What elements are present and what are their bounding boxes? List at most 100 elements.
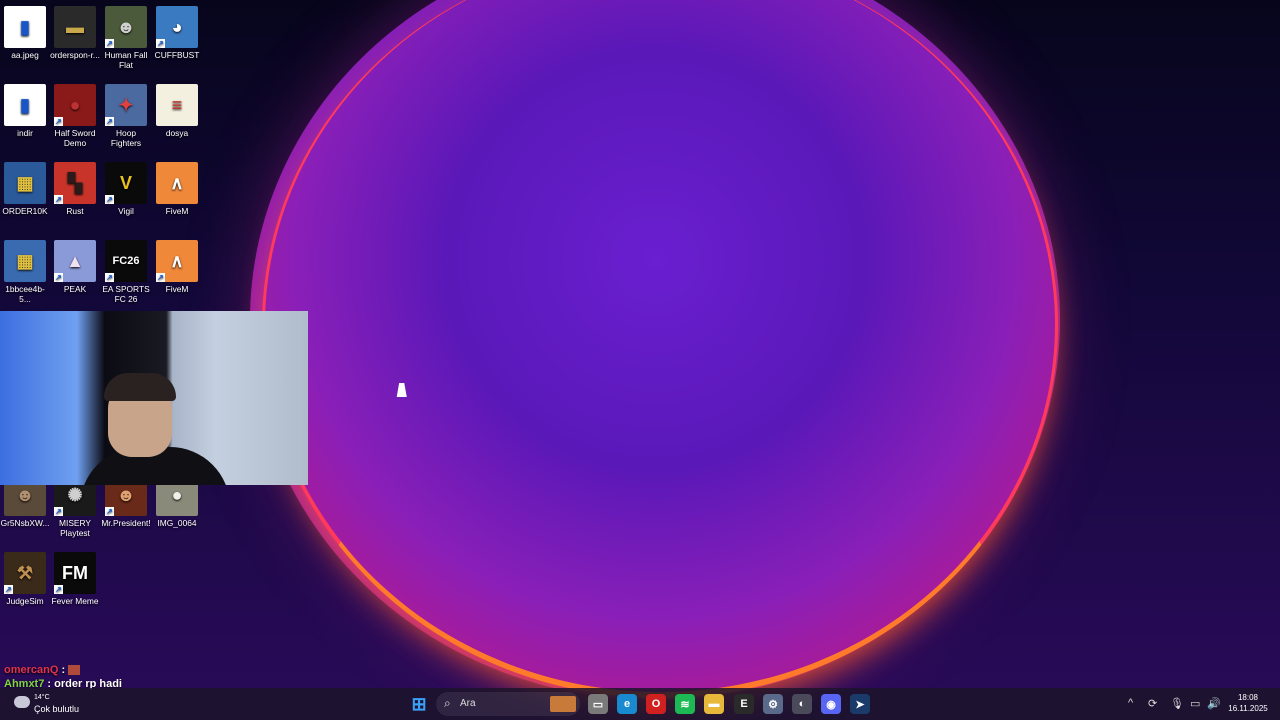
image-icon: ▬ (54, 6, 96, 48)
edge-icon[interactable]: e (617, 694, 637, 714)
spotify-icon[interactable]: ≋ (675, 694, 695, 714)
shortcut-arrow-icon: ↗ (156, 39, 165, 48)
shortcut-arrow-icon: ↗ (54, 273, 63, 282)
desktop-icon-label: IMG_0064 (157, 518, 197, 528)
shortcut-arrow-icon: ↗ (105, 117, 114, 126)
clock[interactable]: 18:08 16.11.2025 (1220, 692, 1276, 714)
search-placeholder: Ara (460, 698, 476, 709)
streamer-hair (104, 373, 176, 401)
shortcut-arrow-icon: ↗ (105, 507, 114, 516)
desktop-icon[interactable]: ✦ ↗ Hoop Fighters (101, 84, 151, 148)
desktop-icon-label: orderspon-r... (50, 50, 100, 60)
desktop-icon-label: FiveM (165, 284, 189, 294)
clock-time: 18:08 (1237, 693, 1259, 702)
clock-date: 16.11.2025 (1228, 704, 1268, 713)
steam-alt-icon[interactable]: ◐ (792, 694, 812, 714)
desktop-icon-label: JudgeSim (6, 596, 44, 606)
discord-icon[interactable]: ◉ (821, 694, 841, 714)
desktop-icon[interactable]: ▮ aa.jpeg (0, 6, 50, 60)
desktop-icon-label: Mr.President! (101, 518, 151, 528)
desktop-icon[interactable]: ▬ orderspon-r... (50, 6, 100, 60)
shortcut-arrow-icon: ↗ (105, 273, 114, 282)
shortcut-arrow-icon: ↗ (54, 585, 63, 594)
shortcut-arrow-icon: ↗ (4, 585, 13, 594)
sync-icon[interactable]: ⟳ (1148, 697, 1157, 710)
game-icon: ∧ (156, 162, 198, 204)
desktop-icon[interactable]: ≡ dosya (152, 84, 202, 138)
desktop-icon-label: Vigil (118, 206, 134, 216)
game-icon: FC26 ↗ (105, 240, 147, 282)
widgets-icon (550, 696, 576, 712)
image-icon: ▮ (4, 84, 46, 126)
desktop-icon[interactable]: ∧ ↗ FiveM (152, 240, 202, 294)
display-icon[interactable]: ▭ (1190, 697, 1200, 710)
image-icon: ▦ (4, 162, 46, 204)
desktop-icon-label: 1bbcee4b-5... (5, 284, 45, 304)
desktop-icon[interactable]: V ↗ Vigil (101, 162, 151, 216)
desktop-icon-label: ORDER10K (2, 206, 48, 216)
settings-icon[interactable]: ⚙ (763, 694, 783, 714)
desktop-icon[interactable]: ☻ ↗ Human Fall Flat (101, 6, 151, 70)
search-icon: ⌕ (444, 696, 451, 710)
volume-icon[interactable]: 🔊 (1207, 697, 1221, 710)
game-icon: ● ↗ (54, 84, 96, 126)
desktop-icon-label: Hoop Fighters (110, 128, 142, 148)
desktop-icon-label: EA SPORTS FC 26 (102, 284, 150, 304)
image-icon: ▮ (4, 6, 46, 48)
epic-games-icon[interactable]: E (734, 694, 754, 714)
chat-message: omercanQ : (4, 663, 122, 677)
chat-overlay: omercanQ : Ahmxt7 : order rp hadi (4, 663, 122, 691)
desktop-icon-label: MISERY Playtest (59, 518, 91, 538)
task-view-icon[interactable]: ▭ (588, 694, 608, 714)
desktop-icon[interactable]: ▦ 1bbcee4b-5... (0, 240, 50, 304)
shortcut-arrow-icon: ↗ (105, 39, 114, 48)
weather-desc: Çok bulutlu (34, 704, 80, 714)
game-icon: V ↗ (105, 162, 147, 204)
chat-separator: : (61, 664, 69, 676)
desktop-icon[interactable]: ◕ ↗ CUFFBUST (152, 6, 202, 60)
weather-temp: 14°C (34, 694, 50, 701)
taskbar: 14°C Çok bulutlu ⊞ ⌕ Ara ▭ e O ≋ ▬ E ⚙ ◐ ◉ ➤ ^ ⟳ … (0, 688, 1280, 720)
game-icon: ☻ ↗ (105, 6, 147, 48)
desktop-icon-label: dosya (165, 128, 189, 138)
shortcut-arrow-icon: ↗ (54, 507, 63, 516)
chat-username: omercanQ (4, 664, 59, 676)
desktop-icon[interactable]: FM ↗ Fever Meme (50, 552, 100, 606)
search-box[interactable]: ⌕ Ara (436, 692, 580, 716)
game-icon: ◕ ↗ (156, 6, 198, 48)
desktop-icon-label: indir (17, 128, 33, 138)
desktop-icon[interactable]: ∧ FiveM (152, 162, 202, 216)
desktop-icon-label: Gr5NsbXW... (0, 518, 50, 528)
start-button[interactable]: ⊞ (409, 694, 429, 714)
desktop-icon-label: Rust (66, 206, 84, 216)
shortcut-arrow-icon: ↗ (156, 273, 165, 282)
steam-icon[interactable]: ➤ (850, 694, 870, 714)
desktop-icon[interactable]: ● ↗ Half Sword Demo (50, 84, 100, 148)
desktop-icon[interactable]: ▲ ↗ PEAK (50, 240, 100, 294)
shortcut-arrow-icon: ↗ (54, 195, 63, 204)
desktop[interactable]: ▮ aa.jpeg ▬ orderspon-r... ☻ ↗ Human Fall Flat… (0, 0, 1280, 720)
desktop-icon-label: Half Sword Demo (54, 128, 96, 148)
game-icon: ⚒ ↗ (4, 552, 46, 594)
desktop-icon[interactable]: ▮ indir (0, 84, 50, 138)
tray-chevron-icon[interactable]: ^ (1128, 697, 1133, 709)
desktop-icon-label: Fever Meme (51, 596, 99, 606)
desktop-icon[interactable]: ▦ ORDER10K (0, 162, 50, 216)
desktop-icon-label: FiveM (165, 206, 189, 216)
desktop-icon-label: Human Fall Flat (104, 50, 148, 70)
desktop-icon-label: aa.jpeg (11, 50, 39, 60)
desktop-icon[interactable]: ▚ ↗ Rust (50, 162, 100, 216)
opera-icon[interactable]: O (646, 694, 666, 714)
microphone-icon[interactable]: 🎙 (1170, 697, 1184, 710)
game-icon: ∧ ↗ (156, 240, 198, 282)
game-icon: ▲ ↗ (54, 240, 96, 282)
file-explorer-icon[interactable]: ▬ (704, 694, 724, 714)
game-icon: ▚ ↗ (54, 162, 96, 204)
document-icon: ≡ (156, 84, 198, 126)
desktop-icon-label: PEAK (63, 284, 87, 294)
shortcut-arrow-icon: ↗ (54, 117, 63, 126)
desktop-icon[interactable]: ⚒ ↗ JudgeSim (0, 552, 50, 606)
image-icon: ▦ (4, 240, 46, 282)
desktop-icon[interactable]: FC26 ↗ EA SPORTS FC 26 (101, 240, 151, 304)
cloud-icon (14, 696, 30, 708)
